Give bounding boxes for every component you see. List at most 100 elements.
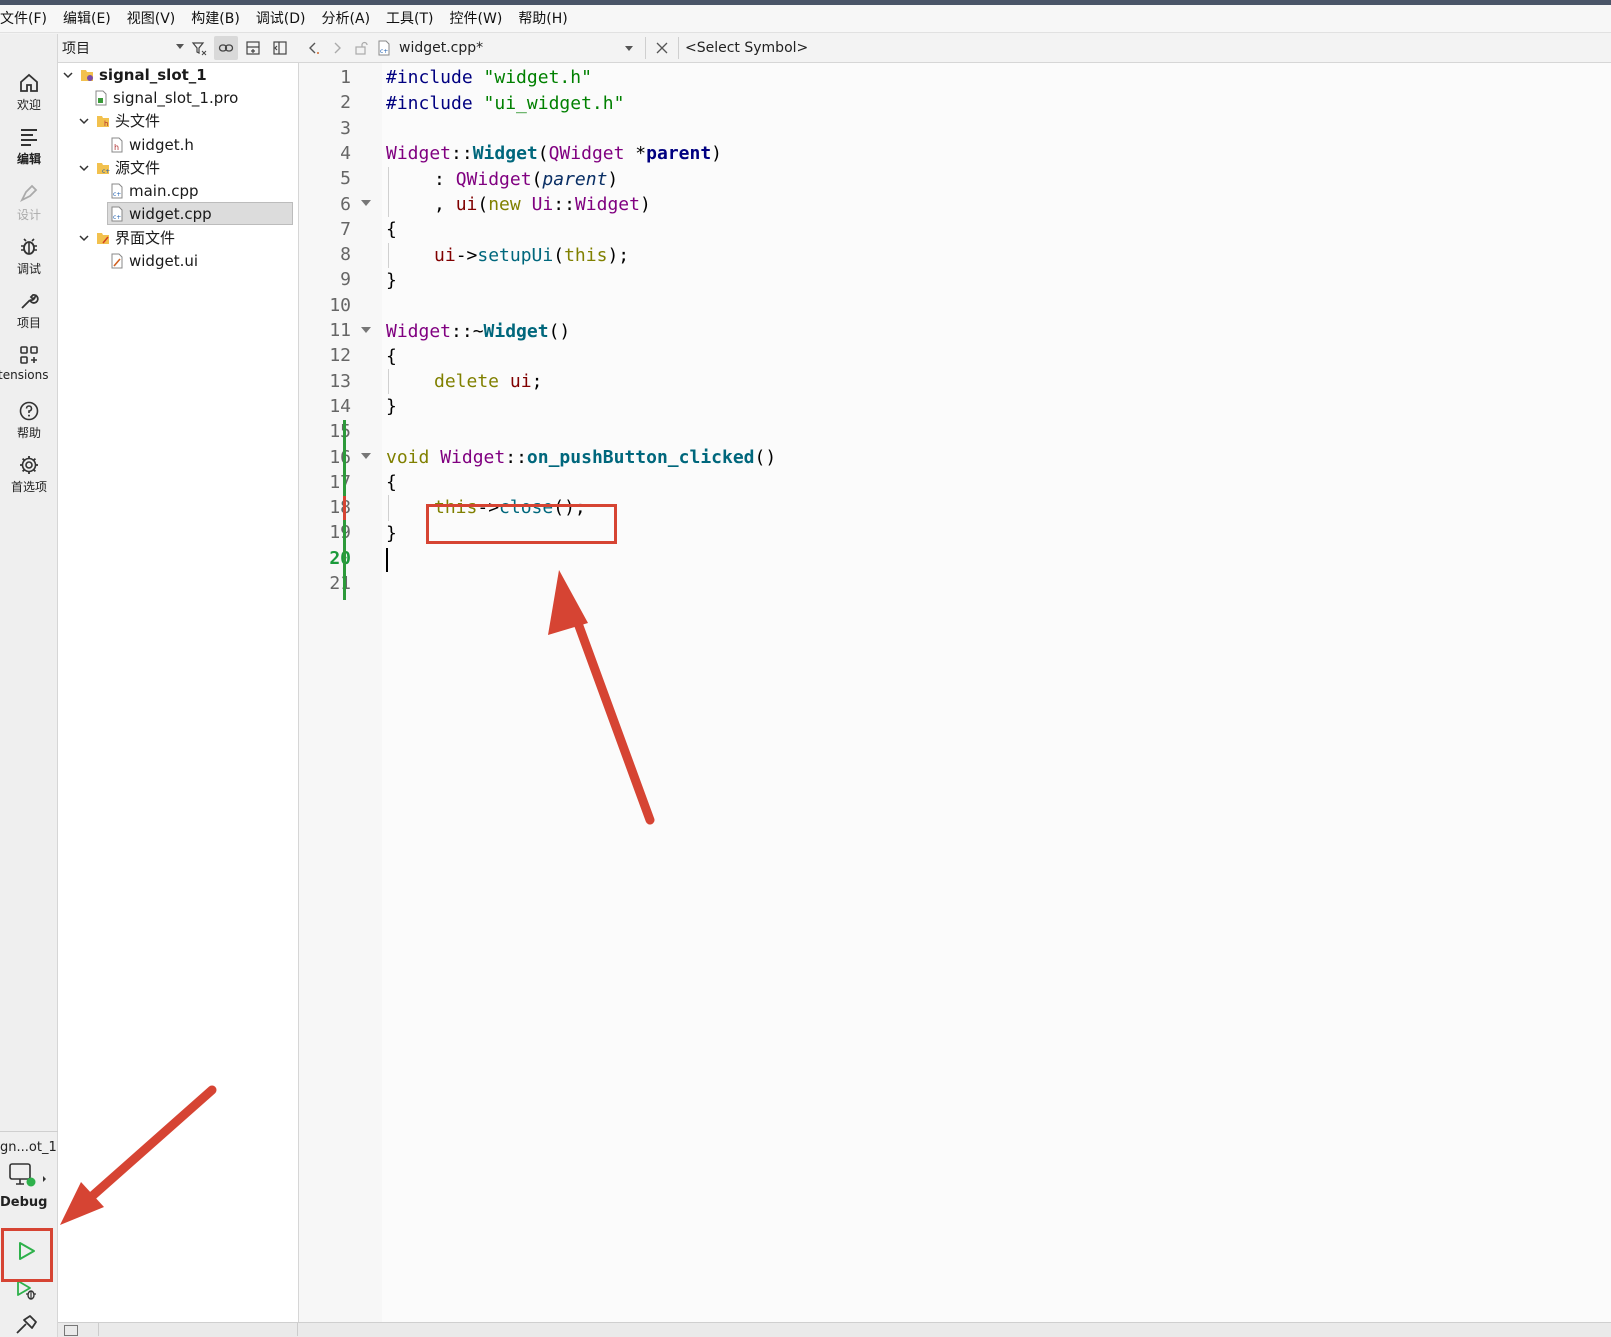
line-number: 1 <box>340 67 351 88</box>
menu-debug[interactable]: 调试(D) <box>248 5 314 33</box>
tree-item-label: main.cpp <box>129 181 199 200</box>
forward-button[interactable] <box>327 36 347 60</box>
token: ) <box>607 169 619 190</box>
menu-view[interactable]: 视图(V) <box>119 5 184 33</box>
indent-guide <box>388 243 389 268</box>
project-tree: signal_slot_1 signal_slot_1.pro h 头文件 h … <box>58 63 299 1337</box>
mode-edit[interactable]: 编辑 <box>0 126 58 178</box>
token: on_pushButton_clicked <box>526 447 755 468</box>
split-button[interactable] <box>241 36 265 60</box>
menu-widgets[interactable]: 控件(W) <box>442 5 511 33</box>
run-button-highlight-box <box>1 1228 53 1282</box>
mode-preferences[interactable]: 首选项 <box>0 454 58 506</box>
token: ui <box>434 245 456 266</box>
line-number: 3 <box>340 117 351 139</box>
fold-marker[interactable] <box>361 453 371 459</box>
close-file-button[interactable] <box>652 36 672 60</box>
header-file-icon: h <box>111 137 123 152</box>
help-icon <box>19 401 39 421</box>
form-folder-icon <box>97 232 109 244</box>
editor-toolbar: c+ widget.cpp* <Select Symbol> <box>299 34 1611 63</box>
token: -> <box>455 245 478 266</box>
line-number: 9 <box>340 269 351 291</box>
line-number: 13 <box>329 370 351 392</box>
mode-design[interactable]: 设计 <box>0 182 58 234</box>
build-config-label: Debug <box>0 1195 48 1210</box>
filter-button[interactable] <box>187 36 211 60</box>
token: Ui <box>531 194 554 215</box>
line-number: 11 <box>329 320 351 341</box>
mode-help[interactable]: 帮助 <box>0 400 58 452</box>
line-number: 10 <box>329 294 351 316</box>
mode-design-label: 设计 <box>16 208 41 222</box>
open-file-name: widget.cpp* <box>399 40 484 56</box>
tree-item-project[interactable]: signal_slot_1 <box>62 63 207 86</box>
tree-item-widget-h[interactable]: h widget.h <box>110 133 194 156</box>
mode-debug[interactable]: 调试 <box>0 236 58 288</box>
code-line-16: void Widget::on_pushButton_clicked() <box>386 445 776 471</box>
svg-text:h: h <box>104 120 108 128</box>
token: "ui_widget.h" <box>483 93 625 114</box>
token: ui <box>455 194 478 215</box>
code-highlight-box <box>426 504 617 544</box>
fold-marker[interactable] <box>361 327 371 333</box>
toggle-sidebar-icon[interactable] <box>64 1325 78 1336</box>
status-bar <box>58 1322 1611 1337</box>
sidebar-collapse-icon <box>273 41 287 55</box>
build-button[interactable] <box>8 1312 44 1337</box>
edit-lines-icon <box>21 129 37 146</box>
menu-analyze[interactable]: 分析(A) <box>314 5 379 33</box>
svg-text:c+: c+ <box>113 214 121 221</box>
close-sidebar-button[interactable] <box>268 36 292 60</box>
tree-item-headers[interactable]: h 头文件 <box>78 109 160 132</box>
project-panel-toolbar: 项目 <box>58 34 299 63</box>
symbol-combo[interactable]: <Select Symbol> <box>685 40 808 56</box>
token: () <box>754 447 777 468</box>
kit-selector[interactable] <box>8 1162 48 1192</box>
locator-input[interactable] <box>97 1323 298 1336</box>
tree-item-sources[interactable]: c+ 源文件 <box>78 156 160 179</box>
pen-icon <box>19 184 38 203</box>
svg-text:h: h <box>114 143 119 152</box>
project-view-select[interactable]: 项目 <box>58 38 184 58</box>
lock-button[interactable] <box>351 36 371 60</box>
menu-tools[interactable]: 工具(T) <box>378 5 441 33</box>
open-file-combo[interactable]: c+ widget.cpp* <box>377 40 639 56</box>
token: :: <box>451 143 473 164</box>
token: #include <box>386 67 473 88</box>
token: ; <box>531 371 543 392</box>
code-line-6: , ui(new Ui::Widget) <box>434 192 651 218</box>
sync-button[interactable] <box>214 36 238 60</box>
token: "widget.h" <box>483 67 592 88</box>
wrench-icon <box>21 294 39 309</box>
back-button[interactable] <box>303 36 323 60</box>
code-line-12: { <box>386 346 397 367</box>
code-line-2: #include "ui_widget.h" <box>386 91 624 117</box>
menu-build[interactable]: 构建(B) <box>183 5 248 33</box>
link-icon <box>218 44 234 52</box>
kit-project-label: gn...ot_1 <box>0 1140 57 1155</box>
mode-projects[interactable]: 项目 <box>0 290 58 342</box>
tree-item-forms[interactable]: 界面文件 <box>78 226 175 249</box>
menu-file[interactable]: 文件(F) <box>0 5 55 33</box>
chevron-down-icon <box>79 117 89 124</box>
tree-item-label: signal_slot_1.pro <box>113 88 239 107</box>
token: ::~ <box>451 321 484 342</box>
fold-marker[interactable] <box>361 200 371 206</box>
code-editor[interactable]: #include "widget.h" #include "ui_widget.… <box>382 63 1611 1322</box>
tree-item-widget-ui[interactable]: widget.ui <box>110 249 198 272</box>
mode-extensions[interactable]: tensions <box>0 344 58 396</box>
line-number: 12 <box>329 345 351 367</box>
token: * <box>624 143 647 164</box>
tree-item-main-cpp[interactable]: c+ main.cpp <box>110 179 199 202</box>
menu-help[interactable]: 帮助(H) <box>510 5 575 33</box>
token: setupUi <box>477 245 554 266</box>
chevron-down-icon <box>79 164 89 171</box>
mode-welcome[interactable]: 欢迎 <box>0 72 58 124</box>
svg-text:c+: c+ <box>380 48 388 55</box>
unlock-icon <box>355 41 368 55</box>
tree-item-label: widget.h <box>129 135 194 154</box>
tree-item-widget-cpp[interactable]: c+ widget.cpp <box>107 202 293 225</box>
tree-item-pro-file[interactable]: signal_slot_1.pro <box>94 86 238 109</box>
menu-edit[interactable]: 编辑(E) <box>55 5 119 33</box>
